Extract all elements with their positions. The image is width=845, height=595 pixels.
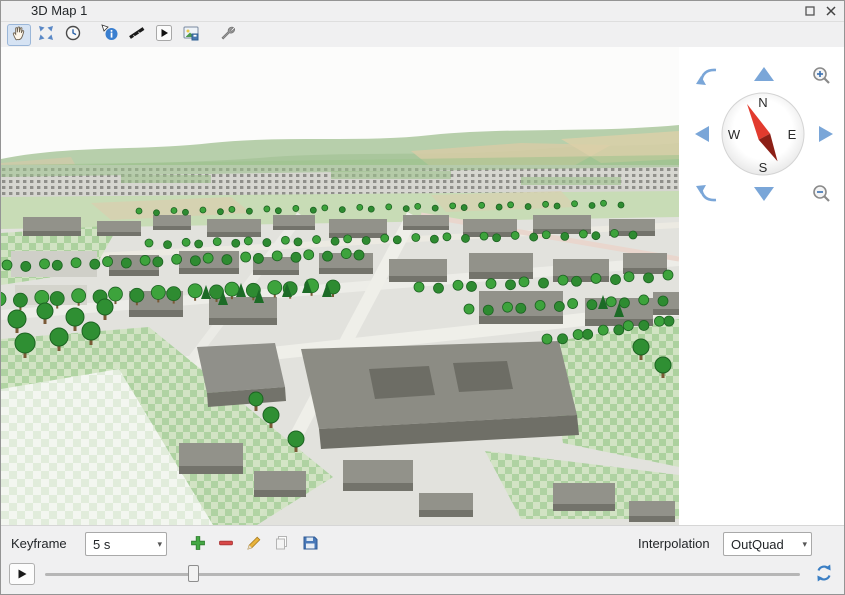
- save-image-button[interactable]: [179, 24, 203, 46]
- clock-button[interactable]: [61, 24, 85, 46]
- interpolation-label: Interpolation: [638, 536, 710, 551]
- add-keyframe-button[interactable]: [187, 533, 209, 555]
- map-canvas[interactable]: [1, 47, 679, 525]
- measure-line-button[interactable]: [125, 24, 149, 46]
- slider-groove[interactable]: [45, 573, 800, 576]
- minus-icon: [217, 534, 235, 552]
- remove-keyframe-button[interactable]: [215, 533, 237, 555]
- zoom-in-button[interactable]: [814, 68, 829, 83]
- play-icon: [16, 568, 28, 580]
- keyframe-combobox[interactable]: 5 s ▾: [85, 532, 167, 556]
- chevron-down-icon: ▾: [796, 539, 807, 550]
- refresh-icon: [814, 563, 834, 583]
- play-animation-button[interactable]: [152, 24, 176, 46]
- 3d-map-toolbar: [1, 22, 844, 47]
- compass-e-label: E: [788, 127, 797, 142]
- play-icon: [155, 24, 173, 45]
- wrench-icon: [219, 24, 237, 45]
- move-right-button[interactable]: [819, 126, 833, 142]
- copy-icon: [273, 534, 291, 552]
- compass-w-label: W: [728, 127, 741, 142]
- tilt-up-button[interactable]: [696, 70, 716, 85]
- animation-bar: Keyframe 5 s ▾ Interpolati: [1, 525, 844, 594]
- navigation-panel: N W E S: [679, 47, 844, 525]
- tilt-down-button[interactable]: [696, 185, 716, 200]
- identify-icon: [101, 24, 119, 45]
- measure-line-icon: [128, 24, 146, 45]
- compass-n-label: N: [758, 95, 767, 110]
- window-title: 3D Map 1: [31, 3, 87, 18]
- float-icon[interactable]: [802, 3, 818, 19]
- plus-icon: [189, 534, 207, 552]
- keyframe-label: Keyframe: [11, 536, 67, 551]
- zoom-full-button[interactable]: [34, 24, 58, 46]
- pencil-icon: [245, 534, 263, 552]
- clock-icon: [64, 24, 82, 45]
- edit-keyframe-button[interactable]: [243, 533, 265, 555]
- move-left-button[interactable]: [695, 126, 709, 142]
- animation-slider[interactable]: [45, 563, 800, 585]
- move-down-button[interactable]: [754, 187, 774, 201]
- save-keyframes-button[interactable]: [299, 533, 321, 555]
- save-icon: [301, 534, 319, 552]
- pan-tool-button[interactable]: [7, 24, 31, 46]
- 3d-map-window: 3D Map 1: [0, 0, 845, 595]
- zoom-out-button[interactable]: [814, 186, 829, 201]
- pan-hand-icon: [10, 24, 28, 45]
- move-up-button[interactable]: [754, 67, 774, 81]
- keyframe-combobox-value: 5 s: [93, 537, 110, 552]
- repeat-button[interactable]: [812, 563, 836, 585]
- identify-button[interactable]: [98, 24, 122, 46]
- interpolation-combobox[interactable]: OutQuad ▾: [723, 532, 812, 556]
- 3d-scene: [1, 47, 679, 525]
- titlebar: 3D Map 1: [1, 1, 844, 22]
- zoom-full-icon: [37, 24, 55, 45]
- play-button[interactable]: [9, 563, 35, 585]
- chevron-down-icon: ▾: [151, 539, 162, 550]
- animation-slider-handle[interactable]: [188, 565, 199, 582]
- interpolation-combobox-value: OutQuad: [731, 537, 784, 552]
- close-icon[interactable]: [823, 3, 839, 19]
- compass-dial[interactable]: N W E S: [722, 93, 804, 175]
- save-image-icon: [182, 24, 200, 45]
- duplicate-keyframe-button[interactable]: [271, 533, 293, 555]
- configure-button[interactable]: [216, 24, 240, 46]
- compass-s-label: S: [759, 160, 768, 175]
